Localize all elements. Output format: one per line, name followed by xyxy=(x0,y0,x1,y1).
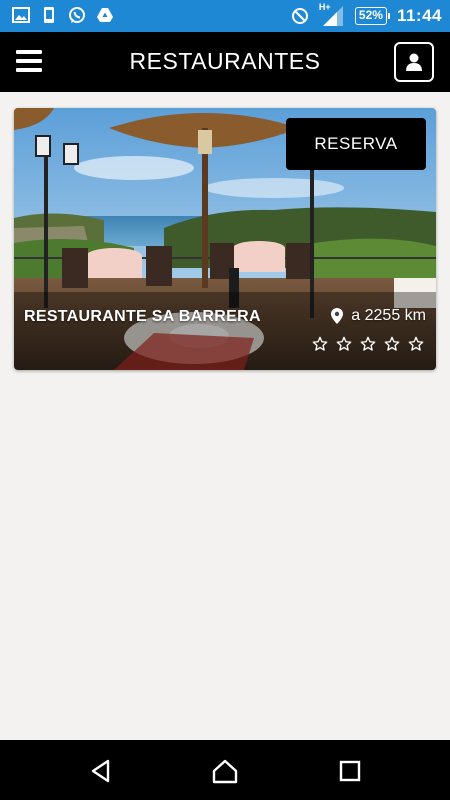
system-nav-bar xyxy=(0,740,450,800)
star-rating[interactable] xyxy=(312,336,424,352)
profile-button[interactable] xyxy=(394,42,434,82)
star-icon[interactable] xyxy=(336,336,352,352)
status-bar: H+ 52% 11:44 xyxy=(0,0,450,32)
image-icon xyxy=(12,7,30,23)
page-title: RESTAURANTES xyxy=(129,48,321,74)
whatsapp-icon xyxy=(69,7,85,23)
restaurant-name: RESTAURANTE SA BARRERA xyxy=(24,308,261,325)
star-icon[interactable] xyxy=(408,336,424,352)
star-icon[interactable] xyxy=(360,336,376,352)
battery-indicator: 52% xyxy=(354,7,390,25)
phone-icon xyxy=(44,7,54,23)
distance-text: a 2255 km xyxy=(351,307,426,324)
clock: 11:44 xyxy=(396,6,442,25)
card-info-overlay xyxy=(14,292,436,370)
user-icon xyxy=(406,53,422,71)
signal-icon: H+ xyxy=(318,2,345,27)
distance-info: a 2255 km xyxy=(331,307,426,325)
star-icon[interactable] xyxy=(384,336,400,352)
network-type: H+ xyxy=(318,2,331,12)
drive-icon xyxy=(97,8,113,22)
app-bar: RESTAURANTES xyxy=(0,32,450,92)
home-icon[interactable] xyxy=(212,758,238,784)
reserve-button[interactable]: RESERVA xyxy=(286,118,426,170)
map-pin-icon xyxy=(331,308,344,324)
star-icon[interactable] xyxy=(312,336,328,352)
restaurant-card[interactable]: RESERVA RESTAURANTE SA BARRERA a 2255 km xyxy=(14,108,436,370)
do-not-disturb-icon xyxy=(291,8,308,24)
back-icon[interactable] xyxy=(88,758,114,784)
recents-icon[interactable] xyxy=(337,758,363,784)
